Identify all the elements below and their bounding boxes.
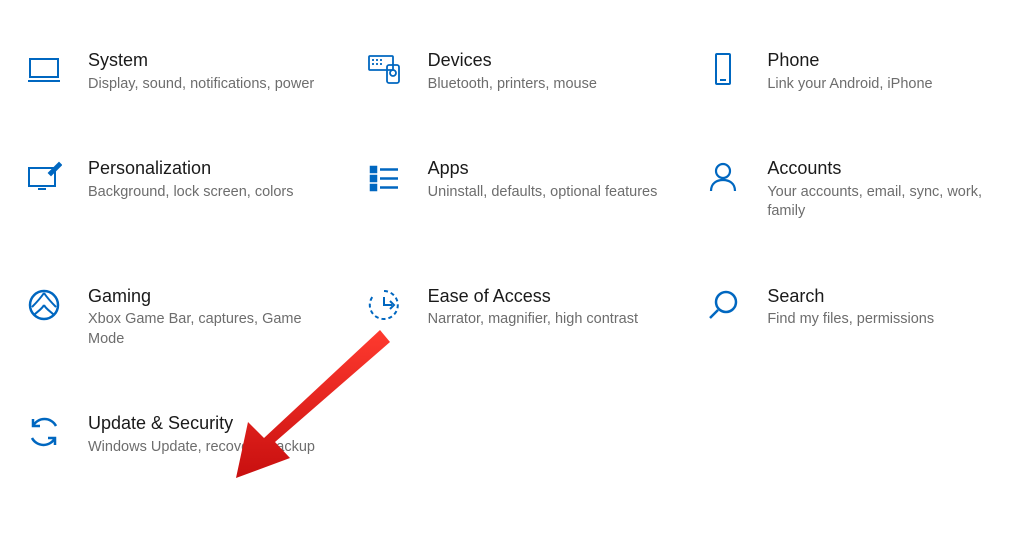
item-desc: Uninstall, defaults, optional features <box>428 183 668 203</box>
item-title: Ease of Access <box>428 285 676 308</box>
settings-item-search[interactable]: Search Find my files, permissions <box>699 281 1019 354</box>
item-desc: Xbox Game Bar, captures, Game Mode <box>88 310 328 349</box>
item-title: Update & Security <box>88 412 336 435</box>
personalization-icon <box>24 157 64 197</box>
settings-item-phone[interactable]: Phone Link your Android, iPhone <box>699 45 1019 98</box>
update-security-icon <box>24 412 64 452</box>
item-desc: Windows Update, recovery, backup <box>88 438 328 458</box>
item-title: Gaming <box>88 285 336 308</box>
item-title: System <box>88 49 336 72</box>
phone-icon <box>703 49 743 89</box>
item-title: Search <box>767 285 1015 308</box>
system-icon <box>24 49 64 89</box>
item-desc: Narrator, magnifier, high contrast <box>428 310 668 330</box>
devices-icon <box>364 49 404 89</box>
settings-item-update-security[interactable]: Update & Security Windows Update, recove… <box>20 408 340 461</box>
settings-item-system[interactable]: System Display, sound, notifications, po… <box>20 45 340 98</box>
settings-item-gaming[interactable]: Gaming Xbox Game Bar, captures, Game Mod… <box>20 281 340 354</box>
search-icon <box>703 285 743 325</box>
settings-categories-grid: System Display, sound, notifications, po… <box>0 0 1024 461</box>
apps-icon <box>364 157 404 197</box>
settings-item-devices[interactable]: Devices Bluetooth, printers, mouse <box>360 45 680 98</box>
item-title: Personalization <box>88 157 336 180</box>
accounts-icon <box>703 157 743 197</box>
settings-item-accounts[interactable]: Accounts Your accounts, email, sync, wor… <box>699 153 1019 226</box>
gaming-icon <box>24 285 64 325</box>
item-title: Accounts <box>767 157 1015 180</box>
item-title: Phone <box>767 49 1015 72</box>
item-desc: Bluetooth, printers, mouse <box>428 75 668 95</box>
item-desc: Find my files, permissions <box>767 310 1007 330</box>
item-title: Apps <box>428 157 676 180</box>
settings-item-personalization[interactable]: Personalization Background, lock screen,… <box>20 153 340 226</box>
item-desc: Your accounts, email, sync, work, family <box>767 183 1007 222</box>
item-desc: Background, lock screen, colors <box>88 183 328 203</box>
ease-of-access-icon <box>364 285 404 325</box>
item-title: Devices <box>428 49 676 72</box>
item-desc: Display, sound, notifications, power <box>88 75 328 95</box>
settings-item-apps[interactable]: Apps Uninstall, defaults, optional featu… <box>360 153 680 226</box>
settings-item-ease-of-access[interactable]: Ease of Access Narrator, magnifier, high… <box>360 281 680 354</box>
item-desc: Link your Android, iPhone <box>767 75 1007 95</box>
